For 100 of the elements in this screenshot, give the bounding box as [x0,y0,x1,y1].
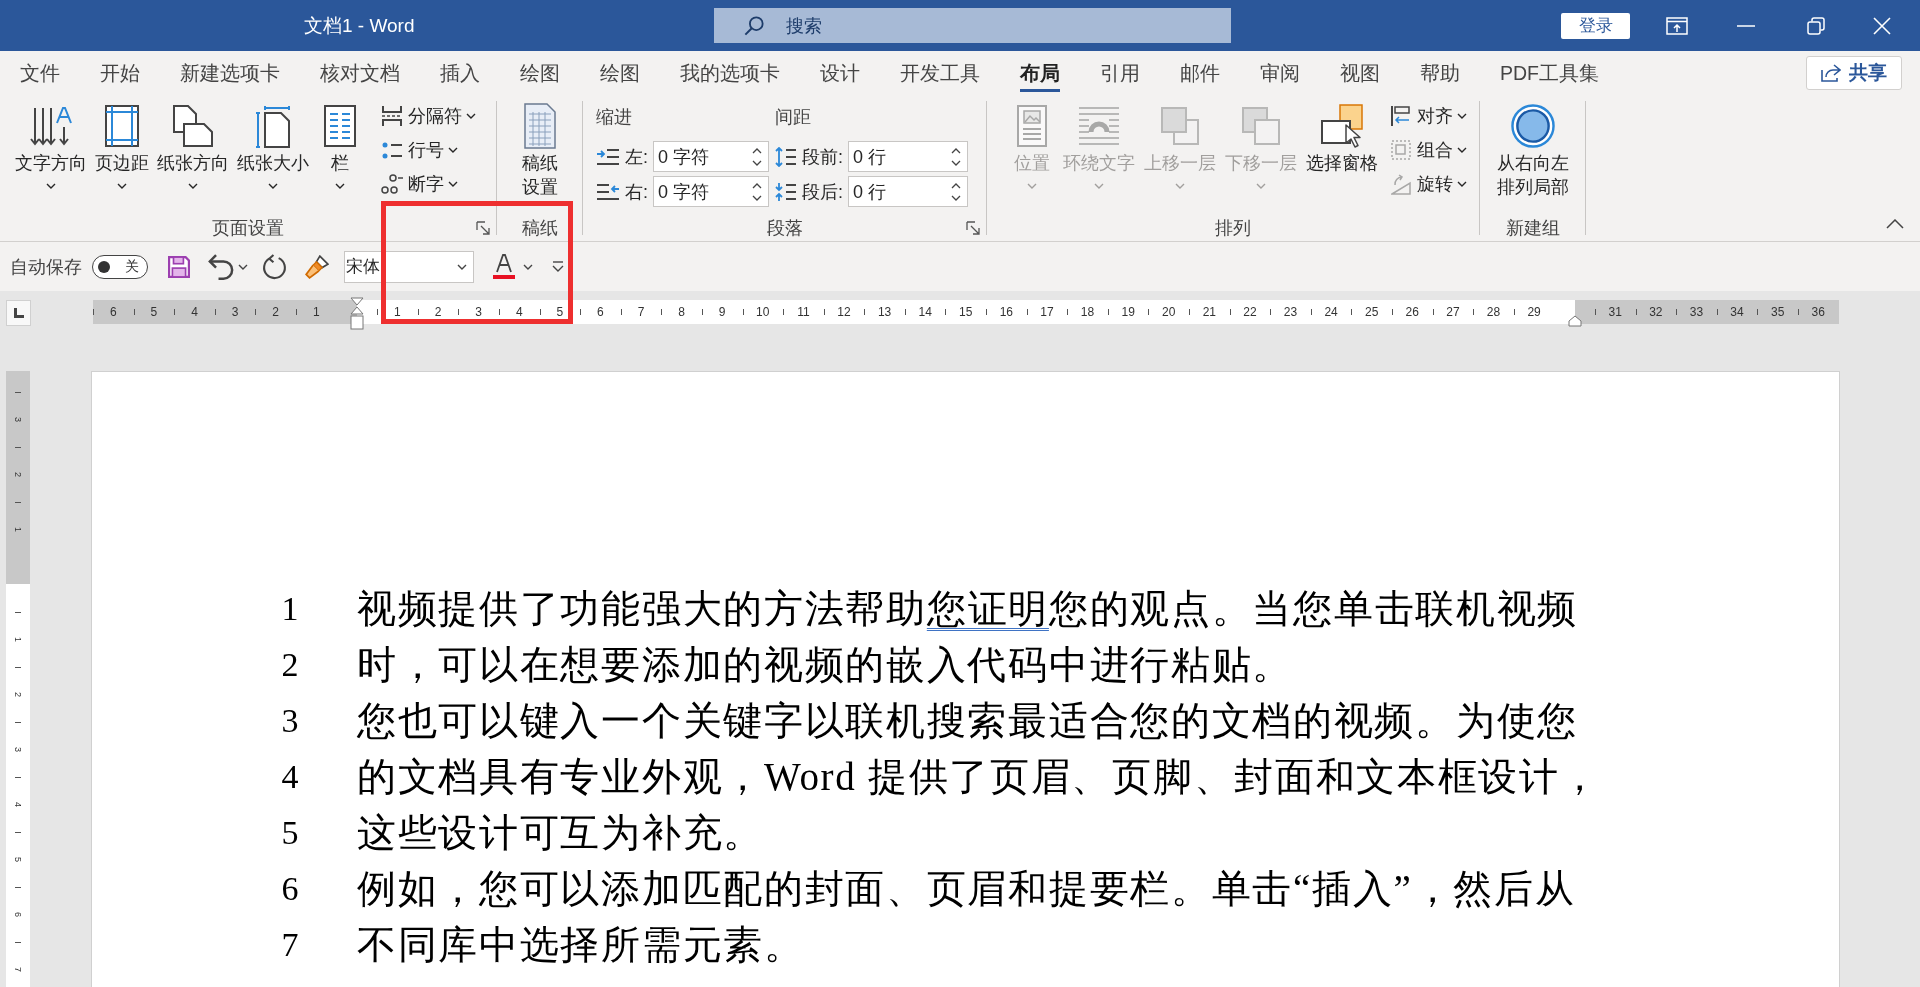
customize-arrow-icon[interactable] [552,260,564,273]
ribbon-tab[interactable]: 开始 [80,51,160,95]
ribbon-tab[interactable]: PDF工具集 [1480,51,1619,95]
corner-arrow-icon[interactable] [476,221,490,235]
ruler-number: 27 [1446,305,1460,319]
ruler-number: 13 [877,305,892,319]
ribbon-tab[interactable]: 引用 [1080,51,1160,95]
ruler-number: 1 [394,305,401,319]
ruler-number: 8 [678,305,685,319]
ribbon-tab[interactable]: 布局 [1000,51,1080,95]
ruler-number: 25 [1365,305,1379,319]
text-wrap-icon [1078,107,1120,145]
line-number: 7 [280,926,300,964]
ruler-number: 2 [434,305,442,319]
text-line: 的文档具有专业外观，Word 提供了页眉、页脚、封面和文本框设计， [357,754,1601,800]
ruler-number: 36 [1811,305,1825,319]
font-color-icon[interactable] [493,254,515,279]
right-indent-field[interactable]: 0 字符 [653,176,769,207]
right-to-left-button[interactable]: 从右向左 排列局部 [1492,103,1573,205]
undo-icon[interactable] [208,253,234,280]
caret-icon [457,263,467,270]
share-button[interactable]: 共享 [1806,56,1902,90]
chevron-up-icon[interactable] [1886,219,1904,229]
ribbon-tab[interactable]: 绘图 [580,51,660,95]
breaks-button[interactable]: 分隔符 [377,99,479,133]
selection-pane-button[interactable]: 选择窗格 [1302,103,1382,195]
caret-icon[interactable] [238,263,248,270]
ribbon-tab[interactable]: 新建选项卡 [160,51,300,95]
dashed-square-icon [1391,140,1411,160]
ribbon-tab[interactable]: 设计 [800,51,880,95]
restore-icon[interactable] [1807,16,1825,35]
space-before-field[interactable]: 0 行 [848,141,968,172]
line-number: 4 [280,758,300,796]
margins-button[interactable]: 页边距 [91,103,153,195]
cursor-window-icon [1321,104,1363,148]
ribbon-tab[interactable]: 开发工具 [880,51,1000,95]
field-label: 段前: [802,145,844,169]
ribbon-tab[interactable]: 绘图 [500,51,580,95]
chevron-up-icon[interactable] [951,147,961,154]
manuscript-settings-button[interactable]: 稿纸 设置 [517,103,562,205]
chevron-up-icon[interactable] [752,182,762,189]
orientation-button[interactable]: 纸张方向 [153,103,233,195]
chevron-up-icon[interactable] [752,147,762,154]
ruler-number: 15 [959,305,973,319]
pentagon-marker-icon[interactable] [1568,315,1582,327]
text-line: 时，可以在想要添加的视频的嵌入代码中进行粘贴。 [357,642,1294,688]
ribbon-tab[interactable]: 邮件 [1160,51,1240,95]
search-field[interactable]: 搜索 [714,8,1231,43]
autosave-toggle[interactable]: 关 [92,254,148,279]
search-icon [744,15,764,36]
group-label: 排列 [1215,217,1251,240]
line-numbers-button[interactable]: 行号 [377,133,479,167]
align-button[interactable]: 对齐 [1386,99,1470,133]
ruler-number: 3 [475,305,482,319]
ruler-number: 6 [597,305,604,319]
spacing-arrows-icon [775,181,797,202]
indent-arrow-icon [596,147,620,166]
ruler-number: 20 [1162,305,1176,319]
ribbon-tab[interactable]: 插入 [420,51,500,95]
columns-button[interactable]: 栏 [313,103,367,195]
ruler-number: 1 [13,636,23,642]
ribbon-tab[interactable]: 视图 [1320,51,1400,95]
chevron-down-icon[interactable] [951,159,961,166]
text-direction-button[interactable]: 文字方向 [11,103,91,195]
ruler-number: 7 [13,966,23,972]
size-button[interactable]: 纸张大小 [233,103,313,195]
share-icon [1821,64,1841,82]
paintbrush-icon[interactable] [305,254,329,279]
caret-icon[interactable] [523,263,533,270]
corner-arrow-icon[interactable] [966,221,980,235]
page-margins-icon [105,105,139,147]
chevron-down-icon[interactable] [752,159,762,166]
ruler-number: 7 [637,305,645,319]
font-select[interactable]: 宋体 [344,250,474,283]
ribbon-tab[interactable]: 审阅 [1240,51,1320,95]
close-icon[interactable] [1873,16,1891,35]
text-line: 视频提供了功能强大的方法帮助您证明您的观点。当您单击联机视频 [357,586,1579,632]
ruler-number: 28 [1486,305,1501,319]
hourglass-marker-icon[interactable] [350,297,364,331]
ruler-number: 31 [1608,305,1622,319]
left-indent-field[interactable]: 0 字符 [653,141,769,172]
chevron-down-icon[interactable] [752,194,762,201]
ribbon-tab[interactable]: 文件 [0,51,80,95]
hyphenation-button[interactable]: 断字 [377,167,479,201]
ribbon-tab[interactable]: 核对文档 [300,51,420,95]
line-number: 2 [280,646,300,684]
space-after-field[interactable]: 0 行 [848,176,968,207]
ribbon-tab[interactable]: 帮助 [1400,51,1480,95]
page-size-icon [255,104,291,148]
chevron-up-icon[interactable] [951,182,961,189]
chevron-down-icon[interactable] [951,194,961,201]
circles-dash-icon [380,174,404,194]
redo-icon[interactable] [262,253,287,280]
line-number: 6 [280,870,300,908]
minimize-icon[interactable] [1737,24,1755,27]
stacked-squares-icon [1161,107,1199,145]
ribbon-tab[interactable]: 我的选项卡 [660,51,800,95]
tab-stop-selector[interactable] [6,300,31,326]
align-left-icon [1390,105,1412,127]
sign-in-button[interactable]: 登录 [1561,12,1630,39]
